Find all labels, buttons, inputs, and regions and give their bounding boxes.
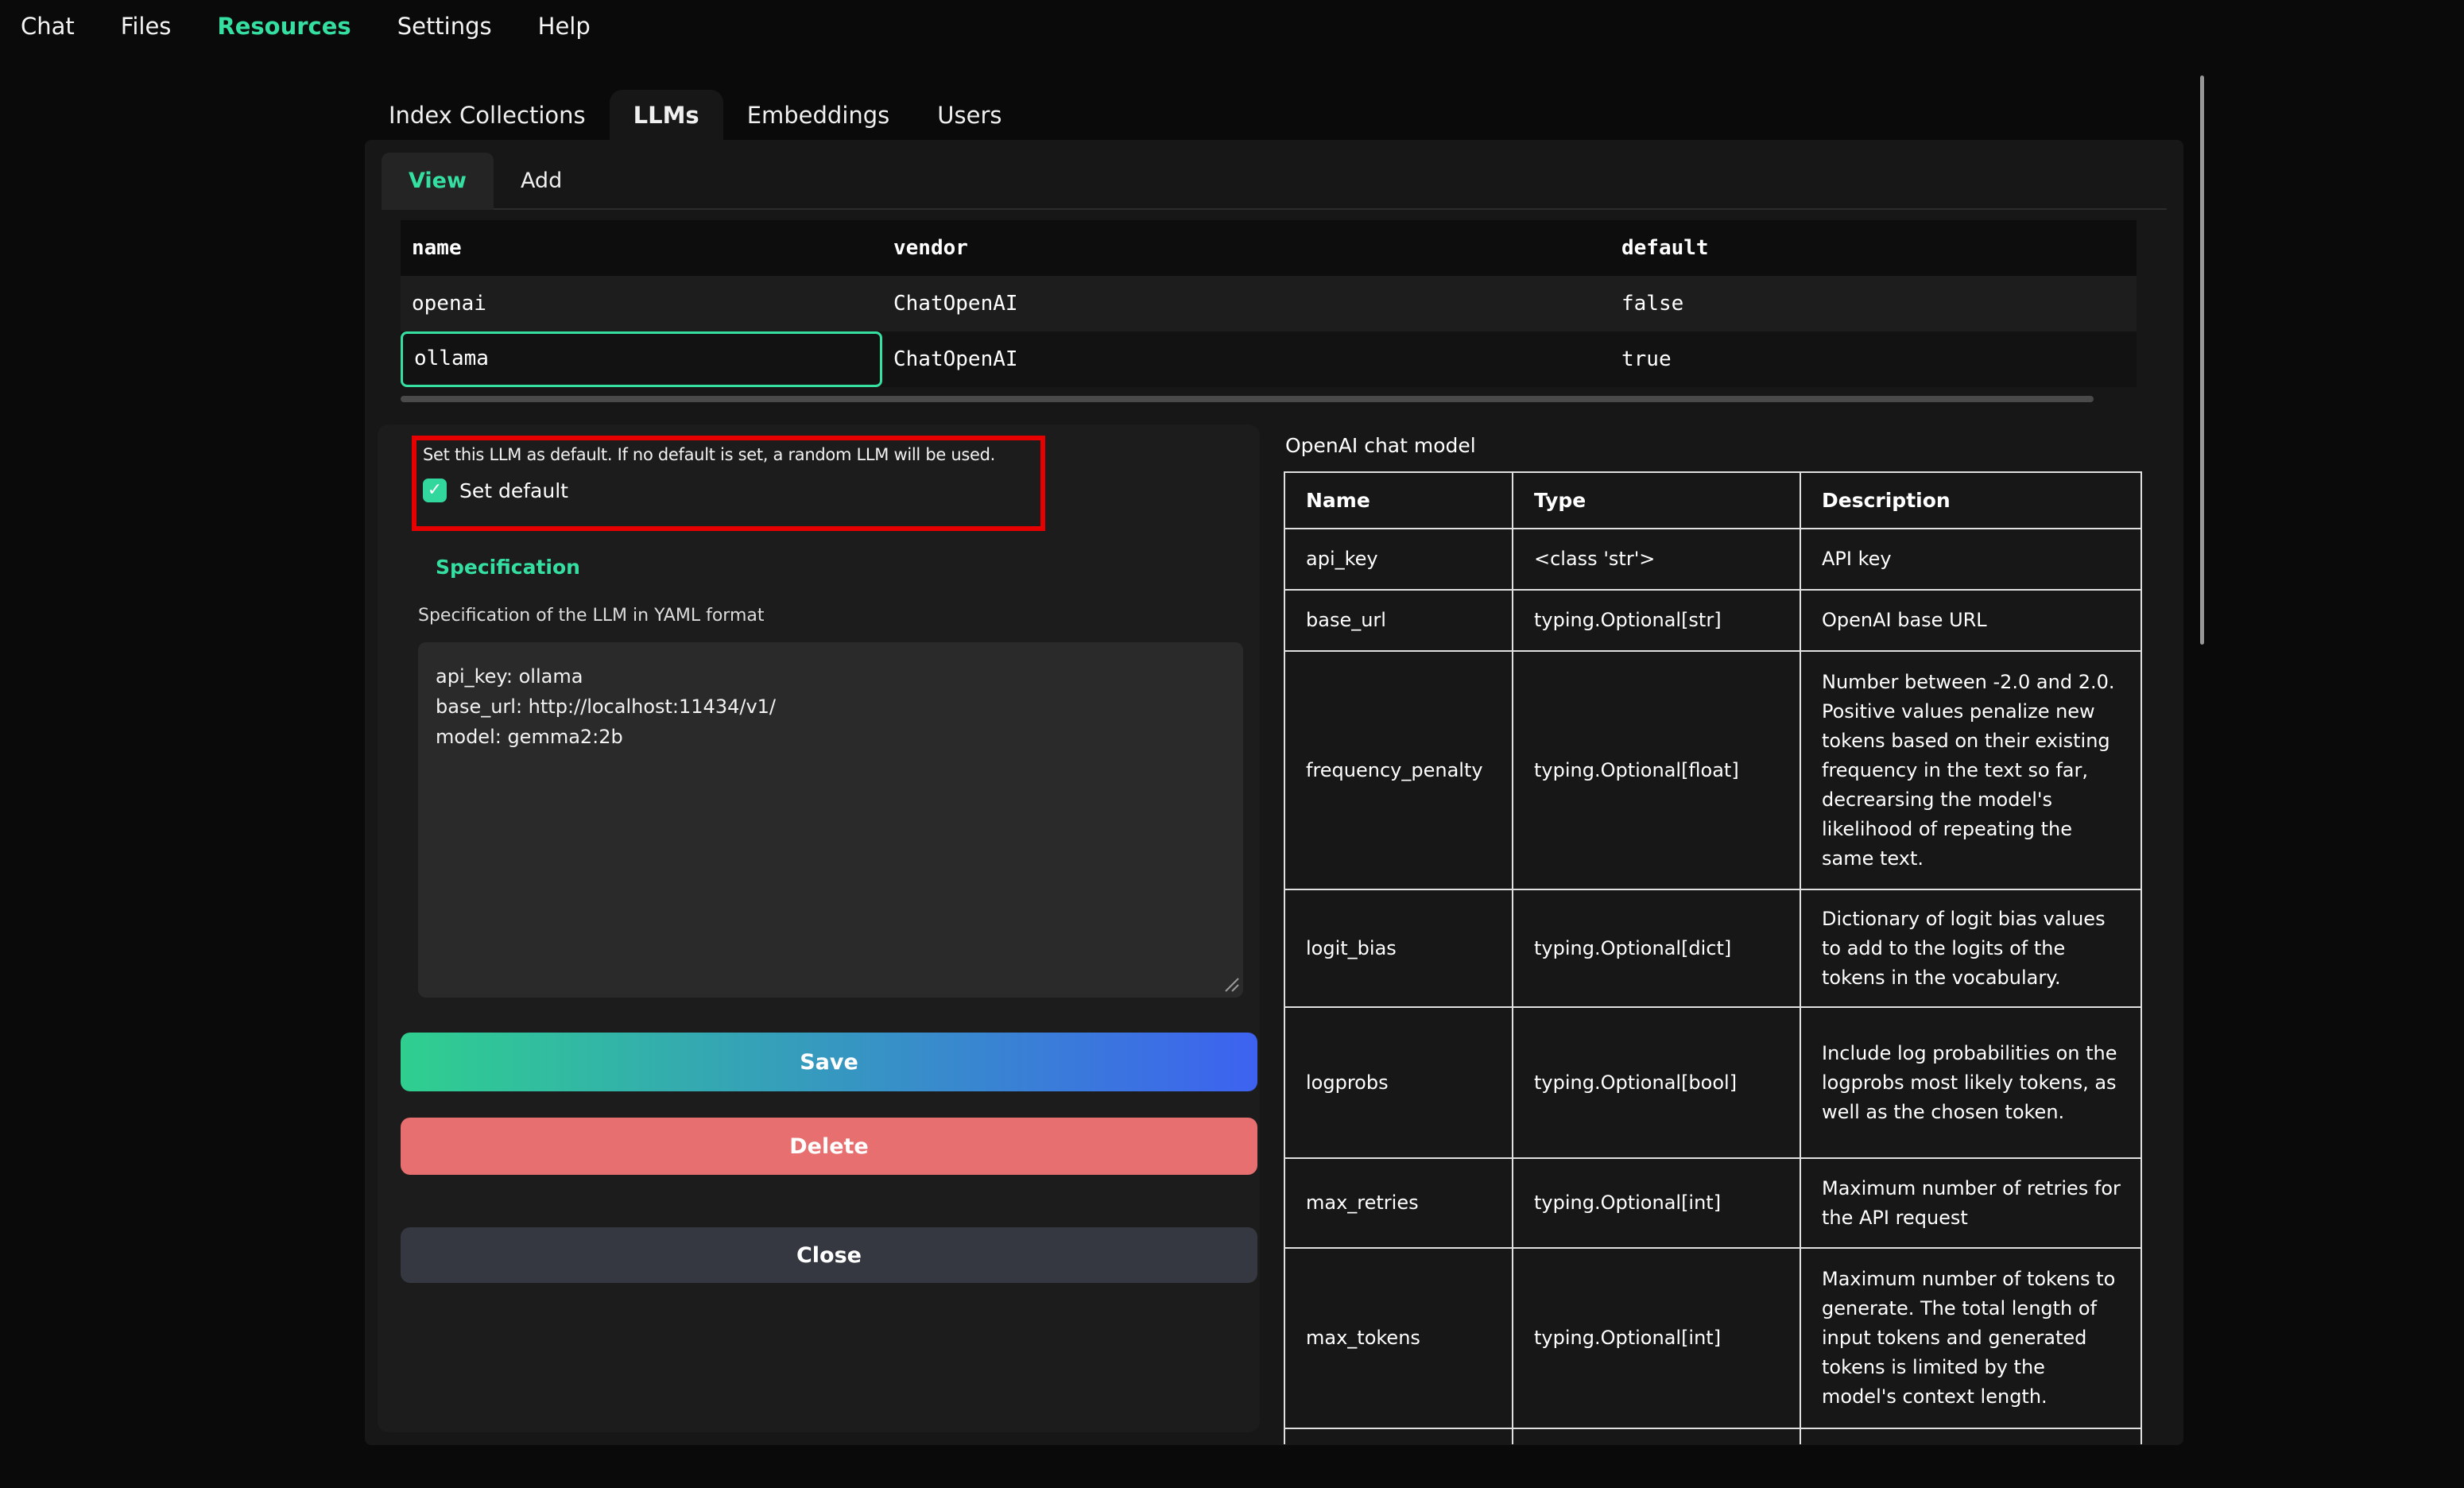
delete-button[interactable]: Delete xyxy=(401,1118,1257,1175)
specification-subtitle: Specification of the LLM in YAML format xyxy=(418,606,765,626)
param-type: <class 'str'> xyxy=(1513,529,1800,590)
param-name: base_url xyxy=(1284,590,1513,651)
param-type: typing.Optional[float] xyxy=(1513,651,1800,889)
cell-name-selected: ollama xyxy=(401,331,882,387)
cell-name: openai xyxy=(401,276,882,331)
param-name: max_retries xyxy=(1284,1158,1513,1248)
param-type: typing.Optional[int] xyxy=(1513,1248,1800,1428)
param-col-description: Description xyxy=(1800,472,2141,529)
param-row-max-tokens: max_tokens typing.Optional[int] Maximum … xyxy=(1284,1248,2141,1428)
annotation-red-box: Set this LLM as default. If no default i… xyxy=(412,436,1045,531)
param-type: typing.Optional[bool] xyxy=(1513,1007,1800,1158)
cell-vendor: ChatOpenAI xyxy=(882,331,1610,387)
param-description: Maximum number of retries for the API re… xyxy=(1800,1158,2141,1248)
tab-users[interactable]: Users xyxy=(913,90,1025,140)
llm-row-ollama[interactable]: ollama ChatOpenAI true xyxy=(401,331,2137,387)
params-header-row: Name Type Description xyxy=(1284,472,2141,529)
close-button[interactable]: Close xyxy=(401,1227,1257,1283)
check-icon: ✓ xyxy=(428,482,442,499)
param-type: typing.Optional[dict] xyxy=(1513,889,1800,1007)
specification-title: Specification xyxy=(436,556,580,579)
set-default-row: ✓ Set default xyxy=(423,479,568,502)
tab-index-collections[interactable]: Index Collections xyxy=(365,90,610,140)
subtab-view[interactable]: View xyxy=(382,153,494,210)
resource-tabs: Index Collections LLMs Embeddings Users xyxy=(365,90,1026,140)
param-row-max-retries: max_retries typing.Optional[int] Maximum… xyxy=(1284,1158,2141,1248)
column-header-default: default xyxy=(1610,220,2137,276)
param-row-logprobs: logprobs typing.Optional[bool] Include l… xyxy=(1284,1007,2141,1158)
nav-settings[interactable]: Settings xyxy=(397,13,492,40)
param-type: typing.Optional[str] xyxy=(1513,590,1800,651)
model-info-panel: OpenAI chat model Name Type Description … xyxy=(1284,434,2142,1444)
llm-row-openai[interactable]: openai ChatOpenAI false xyxy=(401,276,2137,331)
llm-detail-panel: Set this LLM as default. If no default i… xyxy=(378,424,1260,1432)
param-description: API key xyxy=(1800,529,2141,590)
param-row-base-url: base_url typing.Optional[str] OpenAI bas… xyxy=(1284,590,2141,651)
column-header-name: name xyxy=(401,220,882,276)
llm-list-table: name vendor default openai ChatOpenAI fa… xyxy=(401,220,2137,387)
param-col-type: Type xyxy=(1513,472,1800,529)
set-default-hint: Set this LLM as default. If no default i… xyxy=(423,445,995,464)
param-name: max_tokens xyxy=(1284,1248,1513,1428)
page-scrollbar-thumb[interactable] xyxy=(2200,76,2204,645)
view-add-subtabs: View Add xyxy=(382,153,2167,210)
cell-default: true xyxy=(1610,331,2137,387)
subtab-add[interactable]: Add xyxy=(494,153,589,210)
param-type: typing.Optional[int] xyxy=(1513,1158,1800,1248)
param-row-logit-bias: logit_bias typing.Optional[dict] Diction… xyxy=(1284,889,2141,1007)
column-header-vendor: vendor xyxy=(882,220,1610,276)
param-name: api_key xyxy=(1284,529,1513,590)
set-default-checkbox[interactable]: ✓ xyxy=(423,479,447,502)
param-row-frequency-penalty: frequency_penalty typing.Optional[float]… xyxy=(1284,651,2141,889)
model-info-title: OpenAI chat model xyxy=(1285,434,2142,457)
llm-table-header: name vendor default xyxy=(401,220,2137,276)
nav-help[interactable]: Help xyxy=(538,13,591,40)
cell-default: false xyxy=(1610,276,2137,331)
model-params-table: Name Type Description api_key <class 'st… xyxy=(1284,471,2142,1444)
nav-chat[interactable]: Chat xyxy=(21,13,75,40)
param-name: logprobs xyxy=(1284,1007,1513,1158)
param-name: frequency_penalty xyxy=(1284,651,1513,889)
set-default-label: Set default xyxy=(459,479,568,502)
param-description: Number between -2.0 and 2.0. Positive va… xyxy=(1800,651,2141,889)
tab-llms[interactable]: LLMs xyxy=(610,90,723,140)
param-description: Include log probabilities on the logprob… xyxy=(1800,1007,2141,1158)
save-button[interactable]: Save xyxy=(401,1033,1257,1091)
top-nav: Chat Files Resources Settings Help xyxy=(21,13,591,40)
yaml-spec-textarea[interactable]: api_key: ollama base_url: http://localho… xyxy=(418,642,1243,998)
nav-files[interactable]: Files xyxy=(121,13,172,40)
param-col-name: Name xyxy=(1284,472,1513,529)
cell-vendor: ChatOpenAI xyxy=(882,276,1610,331)
table-horizontal-scrollbar[interactable] xyxy=(401,396,2094,402)
param-row-partial xyxy=(1284,1428,2141,1444)
param-name: logit_bias xyxy=(1284,889,1513,1007)
tab-embeddings[interactable]: Embeddings xyxy=(723,90,914,140)
nav-resources[interactable]: Resources xyxy=(217,13,351,40)
param-description: Dictionary of logit bias values to add t… xyxy=(1800,889,2141,1007)
param-description: Maximum number of tokens to generate. Th… xyxy=(1800,1248,2141,1428)
model-info-table-clip: Name Type Description api_key <class 'st… xyxy=(1284,471,2142,1444)
param-description: OpenAI base URL xyxy=(1800,590,2141,651)
llms-panel: View Add name vendor default openai Chat… xyxy=(365,140,2183,1445)
param-row-api-key: api_key <class 'str'> API key xyxy=(1284,529,2141,590)
